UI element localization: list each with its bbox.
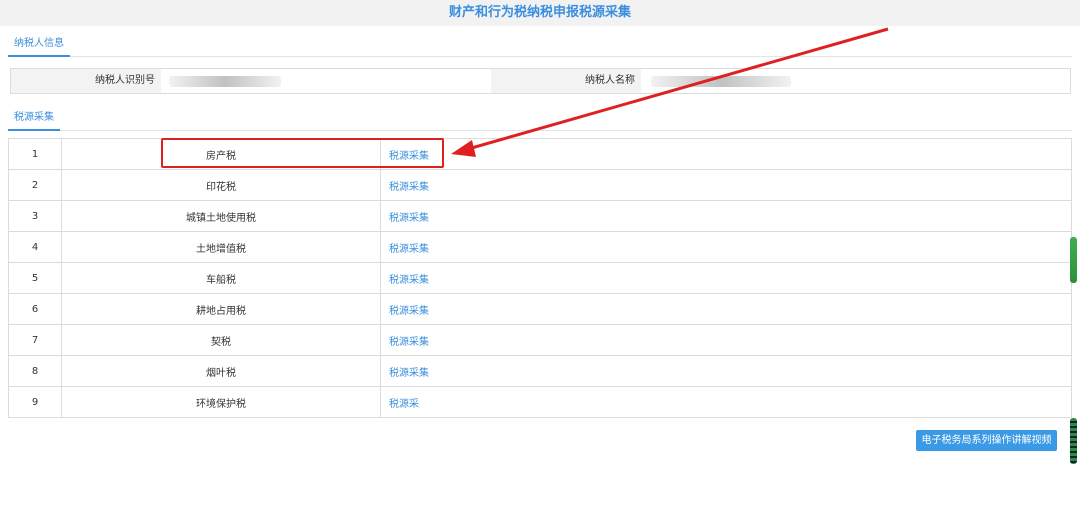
scrollbar-thumb[interactable] xyxy=(1070,237,1077,283)
video-tutorial-button[interactable]: 电子税务局系列操作讲解视频 xyxy=(916,430,1057,451)
scrollbar-thumb-lower[interactable] xyxy=(1070,418,1077,464)
